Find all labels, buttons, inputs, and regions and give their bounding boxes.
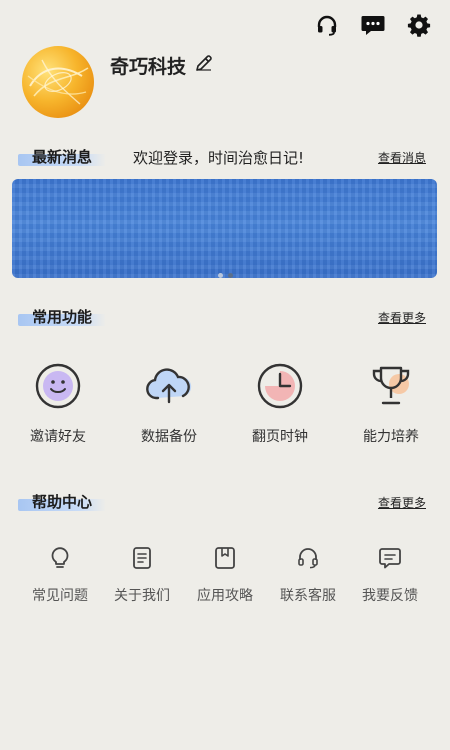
common-section-title: 常用功能 [18,306,107,327]
contact-support-button[interactable]: 联系客服 [266,545,350,605]
banner-pagination [218,273,233,278]
invite-friends-button[interactable]: 邀请好友 [8,360,108,446]
headset-icon[interactable] [314,12,340,38]
news-title: 最新消息 [18,146,107,167]
view-messages-link[interactable]: 查看消息 [378,149,426,166]
app-guide-button[interactable]: 应用攻略 [183,545,267,605]
message-icon[interactable] [360,12,386,38]
help-label: 关于我们 [114,588,170,604]
username: 奇巧科技 [110,52,214,79]
help-title: 帮助中心 [18,491,107,512]
news-message: 欢迎登录，时间治愈日记! [133,149,305,167]
data-backup-button[interactable]: 数据备份 [119,360,219,446]
gear-icon[interactable] [406,12,432,38]
headset-icon [295,545,321,571]
top-toolbar [314,12,432,38]
faq-button[interactable]: 常见问题 [18,545,102,605]
func-label: 能力培养 [363,429,419,445]
pagination-dot[interactable] [218,273,223,278]
common-title: 常用功能 [18,306,107,327]
edit-icon[interactable] [194,53,214,78]
trophy-icon [365,360,417,412]
common-more-link[interactable]: 查看更多 [378,309,426,326]
clock-icon [254,360,306,412]
lightbulb-icon [47,545,73,571]
help-section-title: 帮助中心 [18,491,107,512]
username-text: 奇巧科技 [110,56,187,78]
help-label: 常见问题 [32,588,88,604]
document-icon [129,545,155,571]
banner[interactable] [12,179,437,278]
avatar[interactable] [22,46,94,118]
pagination-dot-active[interactable] [228,273,233,278]
bookmark-icon [212,545,238,571]
news-section-title: 最新消息 [18,146,107,167]
feedback-button[interactable]: 我要反馈 [348,545,432,605]
about-us-button[interactable]: 关于我们 [100,545,184,605]
help-label: 我要反馈 [362,588,418,604]
help-more-link[interactable]: 查看更多 [378,494,426,511]
cloud-upload-icon [143,360,195,412]
func-label: 翻页时钟 [252,429,308,445]
help-label: 应用攻略 [197,588,253,604]
feedback-icon [377,545,403,571]
ability-training-button[interactable]: 能力培养 [341,360,441,446]
flip-clock-button[interactable]: 翻页时钟 [230,360,330,446]
help-label: 联系客服 [280,588,336,604]
func-label: 邀请好友 [30,429,86,445]
func-label: 数据备份 [141,429,197,445]
smiley-icon [32,360,84,412]
